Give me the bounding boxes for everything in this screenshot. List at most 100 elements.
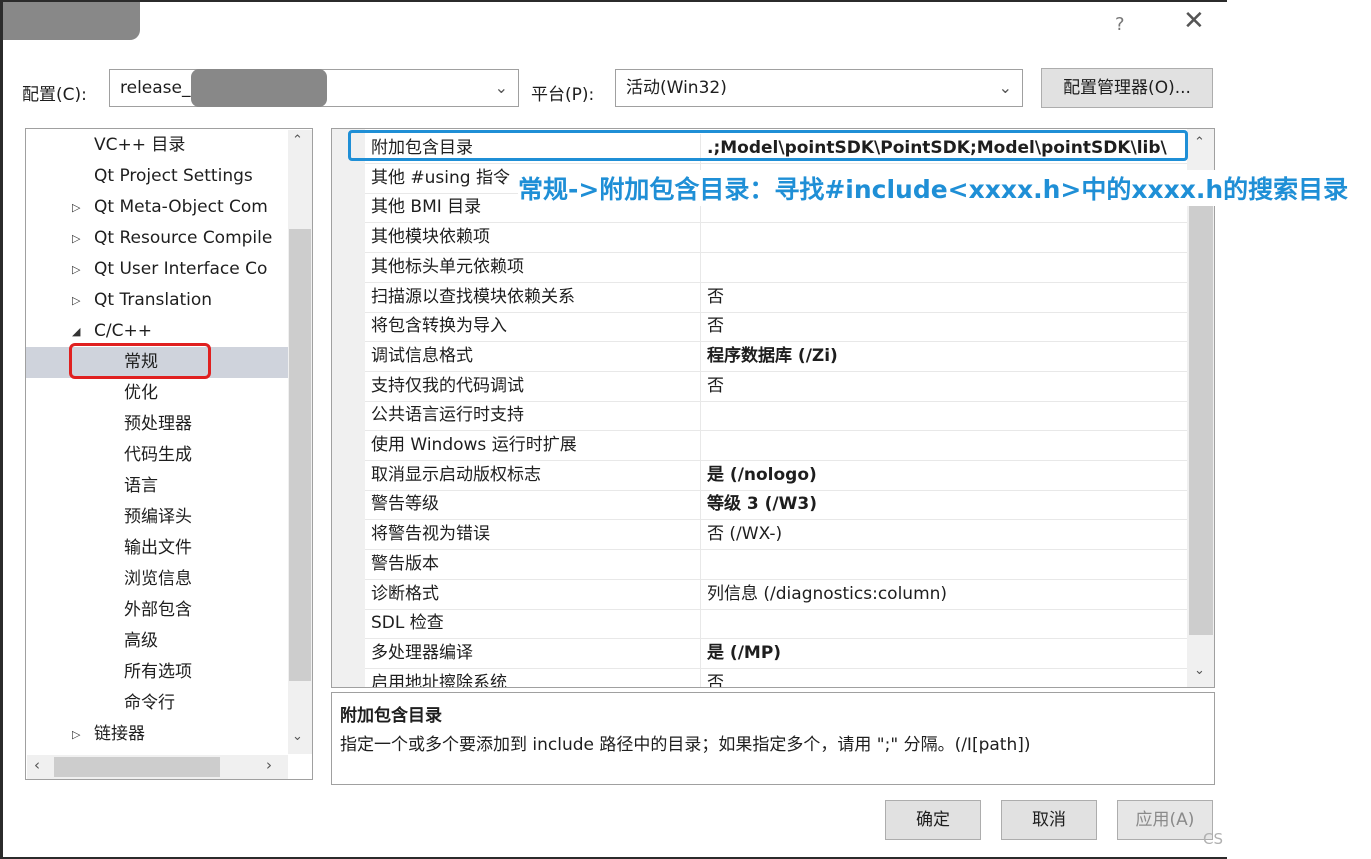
property-name: 其他 BMI 目录 xyxy=(371,197,482,217)
scroll-down-icon[interactable]: ⌄ xyxy=(292,729,303,744)
scroll-left-icon[interactable]: ‹ xyxy=(34,756,40,774)
highlight-box-blue xyxy=(348,130,1188,161)
property-value[interactable]: 是 (/MP) xyxy=(707,639,781,668)
column-divider xyxy=(700,342,701,372)
platform-select[interactable]: 活动(Win32) ⌄ xyxy=(615,69,1023,107)
property-row[interactable]: 公共语言运行时支持 xyxy=(365,401,1187,431)
property-row[interactable]: 调试信息格式 程序数据库 (/Zi) xyxy=(365,342,1187,372)
property-name: 多处理器编译 xyxy=(371,643,473,663)
chevron-down-icon: ⌄ xyxy=(494,78,508,97)
tree-item[interactable]: VC++ 目录 xyxy=(26,130,288,161)
tree-item[interactable]: 浏览信息 xyxy=(26,564,288,595)
grid-scroll-thumb[interactable] xyxy=(1189,189,1213,635)
property-row[interactable]: 多处理器编译 是 (/MP) xyxy=(365,639,1187,669)
property-value[interactable]: 否 xyxy=(707,283,724,312)
property-value[interactable]: 列信息 (/diagnostics:column) xyxy=(707,580,947,609)
config-label: 配置(C): xyxy=(22,85,87,105)
tree-item-label: VC++ 目录 xyxy=(94,135,186,155)
property-name: 调试信息格式 xyxy=(371,346,473,366)
tree-item[interactable]: 预编译头 xyxy=(26,502,288,533)
property-row[interactable]: 将包含转换为导入 否 xyxy=(365,312,1187,342)
config-value-redacted xyxy=(191,69,327,107)
cancel-button[interactable]: 取消 xyxy=(1001,800,1097,840)
tree-item-label: 所有选项 xyxy=(124,662,192,682)
tree-item-label: 链接器 xyxy=(94,724,145,744)
platform-select-value: 活动(Win32) xyxy=(626,78,727,98)
ok-button[interactable]: 确定 xyxy=(885,800,981,840)
property-value[interactable]: 否 xyxy=(707,669,724,687)
tree-item[interactable]: ▷ Qt Resource Compile xyxy=(26,223,288,254)
column-divider xyxy=(700,372,701,402)
property-value[interactable]: 否 xyxy=(707,372,724,401)
configuration-manager-button[interactable]: 配置管理器(O)... xyxy=(1041,68,1213,108)
property-name: 警告等级 xyxy=(371,494,439,514)
tree-item[interactable]: 输出文件 xyxy=(26,533,288,564)
apply-button[interactable]: 应用(A) xyxy=(1117,800,1213,840)
property-row[interactable]: 支持仅我的代码调试 否 xyxy=(365,372,1187,402)
tree-item[interactable]: 命令行 xyxy=(26,688,288,719)
scroll-up-icon[interactable]: ⌃ xyxy=(1194,135,1205,150)
tree-item-label: Qt Translation xyxy=(94,290,213,310)
tree-item[interactable]: ▷ Qt Meta-Object Com xyxy=(26,192,288,223)
property-name: 将包含转换为导入 xyxy=(371,316,507,336)
property-row[interactable]: 取消显示启动版权标志 是 (/nologo) xyxy=(365,461,1187,491)
property-row[interactable]: 警告版本 xyxy=(365,550,1187,580)
tree-item[interactable]: 预处理器 xyxy=(26,409,288,440)
scroll-up-icon[interactable]: ⌃ xyxy=(292,133,303,148)
property-value[interactable]: 否 xyxy=(707,312,724,341)
scroll-right-icon[interactable]: › xyxy=(266,756,272,774)
tree-item-label: Qt Meta-Object Com xyxy=(94,197,268,217)
column-divider xyxy=(700,550,701,580)
property-row[interactable]: SDL 检查 xyxy=(365,609,1187,639)
collapsed-arrow-icon[interactable]: ▷ xyxy=(72,254,80,285)
property-grid[interactable]: 附加包含目录 .;Model\pointSDK\PointSDK;Model\po… xyxy=(331,128,1215,688)
tree-item-label: 外部包含 xyxy=(124,600,192,620)
property-row[interactable]: 扫描源以查找模块依赖关系 否 xyxy=(365,283,1187,313)
column-divider xyxy=(700,520,701,550)
help-button[interactable]: ? xyxy=(1115,14,1125,35)
property-name: SDL 检查 xyxy=(371,613,444,633)
property-row[interactable]: 启用地址擦除系统 否 xyxy=(365,669,1187,687)
property-value[interactable]: 程序数据库 (/Zi) xyxy=(707,342,838,371)
tree-item[interactable]: Qt Project Settings xyxy=(26,161,288,192)
tree-item[interactable]: ▷ 链接器 xyxy=(26,719,288,750)
tree-item-label: 预编译头 xyxy=(124,507,192,527)
property-row[interactable]: 其他模块依赖项 xyxy=(365,223,1187,253)
collapsed-arrow-icon[interactable]: ▷ xyxy=(72,285,80,316)
property-row[interactable]: 其他标头单元依赖项 xyxy=(365,253,1187,283)
tree-item[interactable]: ▷ Qt User Interface Co xyxy=(26,254,288,285)
collapsed-arrow-icon[interactable]: ▷ xyxy=(72,192,80,223)
tree-item[interactable]: 外部包含 xyxy=(26,595,288,626)
tree-item-label: 输出文件 xyxy=(124,538,192,558)
column-divider xyxy=(700,431,701,461)
tree-item-label: 代码生成 xyxy=(124,445,192,465)
tree-hscroll-thumb[interactable] xyxy=(54,757,220,777)
tree-item[interactable]: 代码生成 xyxy=(26,440,288,471)
property-value[interactable]: 是 (/nologo) xyxy=(707,461,817,490)
scroll-down-icon[interactable]: ⌄ xyxy=(1194,663,1205,678)
tree-item-label: Qt Project Settings xyxy=(94,166,253,186)
tree-item[interactable]: ▷ Qt Translation xyxy=(26,285,288,316)
property-row[interactable]: 诊断格式 列信息 (/diagnostics:column) xyxy=(365,580,1187,610)
column-divider xyxy=(700,253,701,283)
tree-item[interactable]: 语言 xyxy=(26,471,288,502)
property-name: 公共语言运行时支持 xyxy=(371,405,524,425)
description-title: 附加包含目录 xyxy=(340,706,442,726)
property-row[interactable]: 将警告视为错误 否 (/WX-) xyxy=(365,520,1187,550)
collapsed-arrow-icon[interactable]: ▷ xyxy=(72,719,80,750)
category-tree[interactable]: VC++ 目录 Qt Project Settings ▷ Qt Meta-Objec… xyxy=(25,128,313,780)
property-row[interactable]: 使用 Windows 运行时扩展 xyxy=(365,431,1187,461)
tree-item-label: 语言 xyxy=(124,476,158,496)
highlight-box-red xyxy=(69,343,211,379)
tree-item[interactable]: 高级 xyxy=(26,626,288,657)
property-name: 扫描源以查找模块依赖关系 xyxy=(371,287,575,307)
tree-item[interactable]: 所有选项 xyxy=(26,657,288,688)
column-divider xyxy=(700,669,701,687)
property-value[interactable]: 否 (/WX-) xyxy=(707,520,782,549)
collapsed-arrow-icon[interactable]: ▷ xyxy=(72,223,80,254)
tree-scroll-thumb[interactable] xyxy=(289,229,311,681)
tree-item[interactable]: 优化 xyxy=(26,378,288,409)
close-button[interactable]: ✕ xyxy=(1183,8,1205,34)
property-row[interactable]: 警告等级 等级 3 (/W3) xyxy=(365,490,1187,520)
property-value[interactable]: 等级 3 (/W3) xyxy=(707,490,817,519)
